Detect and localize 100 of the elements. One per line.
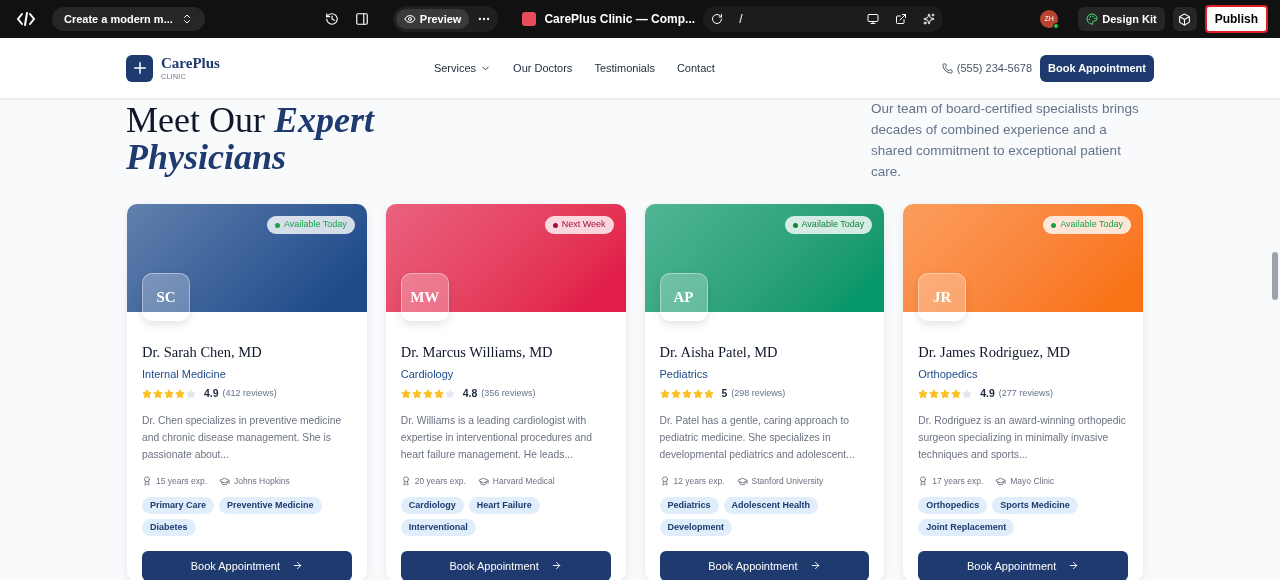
school: Mayo Clinic (1010, 475, 1055, 488)
publish-button[interactable]: Publish (1204, 5, 1268, 33)
star-icon (433, 389, 444, 400)
specialty-tag: Development (659, 518, 732, 536)
doctor-name: Dr. Aisha Patel, MD (659, 343, 779, 362)
phone-number: (555) 234-5678 (956, 60, 1033, 76)
star-icon (164, 389, 174, 400)
history-icon[interactable] (324, 12, 339, 26)
box-button[interactable] (1172, 7, 1197, 31)
book-appointment-button[interactable]: Book Appointment (918, 550, 1128, 580)
doctor-bio: Dr. Chen specializes in preventive medicine and chronic disease management. She is passionate about... (142, 414, 343, 462)
specialty: Pediatrics (659, 366, 709, 382)
nav-link[interactable]: Testimonials (594, 59, 655, 77)
specialty-tag: Sports Medicine (992, 496, 1078, 514)
url-text: / (739, 11, 743, 28)
experience: 20 years exp. (414, 475, 466, 488)
availability-badge: Next Week (544, 216, 614, 234)
url-bar[interactable]: / (703, 6, 944, 32)
box-icon (1178, 12, 1192, 26)
specialty-tag: Cardiology (400, 496, 464, 514)
graduation-cap-icon (736, 475, 748, 487)
specialty: Orthopedics (918, 366, 979, 382)
palette-icon (1086, 13, 1099, 25)
preview-button[interactable]: Preview (395, 9, 470, 29)
specialty-tag: Primary Care (142, 496, 215, 514)
experience: 12 years exp. (673, 475, 725, 488)
specialty: Cardiology (400, 366, 455, 382)
tab-title: CarePlus Clinic — Comp... (544, 11, 696, 28)
rating-value: 4.9 (204, 386, 219, 402)
rating-value: 4.9 (980, 386, 995, 402)
nav-link[interactable]: Services (433, 59, 492, 77)
nav-link[interactable]: Our Doctors (513, 59, 573, 77)
favicon-icon (522, 12, 537, 26)
specialty-tag: Heart Failure (468, 496, 540, 514)
initials-avatar: JR (918, 273, 967, 321)
doctor-name: Dr. Marcus Williams, MD (400, 343, 554, 362)
star-icon (422, 389, 433, 400)
specialty-tag: Preventive Medicine (219, 496, 322, 514)
eye-icon (403, 13, 416, 25)
arrow-right-icon (809, 560, 821, 572)
logo-badge[interactable] (126, 54, 153, 82)
rating-value: 5 (721, 386, 728, 402)
specialty: Internal Medicine (142, 366, 227, 382)
award-icon (400, 476, 411, 487)
refresh-icon[interactable] (711, 13, 724, 25)
star-icon (692, 389, 703, 400)
star-icon (918, 389, 929, 400)
school: Johns Hopkins (234, 475, 290, 488)
panel-icon[interactable] (354, 12, 369, 26)
graduation-cap-icon (477, 475, 489, 487)
review-count: (298 reviews) (731, 387, 786, 401)
code-logo-icon[interactable] (16, 11, 36, 27)
book-appointment-button[interactable]: Book Appointment (142, 550, 352, 580)
star-icon (703, 389, 714, 400)
doctor-bio: Dr. Rodriguez is an award-winning orthopedic surgeon specializing in minimally invasive techniques and sports... (918, 414, 1127, 462)
star-icon (951, 389, 962, 400)
arrow-right-icon (292, 560, 303, 572)
star-icon (153, 389, 163, 400)
star-icon (940, 389, 951, 400)
design-kit-button[interactable]: Design Kit (1078, 7, 1165, 31)
external-link-icon[interactable] (895, 13, 908, 25)
specialty-tag: Joint Replacement (918, 518, 1015, 536)
review-count: (356 reviews) (481, 387, 536, 401)
initials-avatar: SC (142, 273, 190, 321)
graduation-cap-icon (995, 475, 1007, 487)
graduation-cap-icon (219, 475, 231, 487)
book-appointment-button[interactable]: Book Appointment (659, 550, 870, 580)
star-icon (670, 389, 681, 400)
doctor-bio: Dr. Patel has a gentle, caring approach to pediatric medicine. She specializes in developmental pediatrics and adolescent... (659, 414, 856, 462)
sparkle-icon[interactable] (923, 13, 936, 25)
award-icon (659, 476, 670, 487)
experience: 17 years exp. (932, 475, 984, 488)
doctor-bio: Dr. Williams is a leading cardiologist with expertise in interventional procedures and heart failure management. He leads... (400, 414, 593, 462)
award-icon (918, 476, 929, 487)
intro-text: Our team of board-certified specialists brings decades of combined experience and a shared commitment to exceptional patient care. (871, 100, 1140, 181)
star-icon (681, 389, 692, 400)
specialty-tag: Pediatrics (659, 496, 719, 514)
school: Harvard Medical (492, 475, 555, 488)
review-count: (277 reviews) (998, 387, 1053, 401)
star-icon (659, 389, 670, 400)
nav-link[interactable]: Contact (676, 59, 715, 77)
star-icon (175, 389, 185, 400)
arrow-right-icon (1068, 560, 1080, 572)
star-icon (400, 389, 411, 400)
book-appointment-button[interactable]: Book Appointment (400, 550, 611, 580)
phone-icon (941, 62, 953, 74)
star-icon (186, 389, 196, 400)
review-count: (412 reviews) (222, 387, 277, 401)
scrollbar-thumb[interactable] (1272, 252, 1278, 300)
section-heading: Meet Our Expert Physicians (126, 102, 376, 179)
availability-badge: Available Today (267, 216, 355, 234)
specialty-tag: Diabetes (142, 518, 196, 536)
specialty-tag: Interventional (400, 518, 476, 536)
header-book-button[interactable]: Book Appointment (1040, 54, 1154, 82)
project-selector[interactable]: Create a modern m... (52, 7, 205, 31)
specialty-tag: Adolescent Health (723, 496, 819, 514)
award-icon (142, 476, 152, 487)
monitor-icon[interactable] (867, 13, 880, 25)
doctor-name: Dr. Sarah Chen, MD (142, 343, 263, 362)
star-icon (929, 389, 940, 400)
